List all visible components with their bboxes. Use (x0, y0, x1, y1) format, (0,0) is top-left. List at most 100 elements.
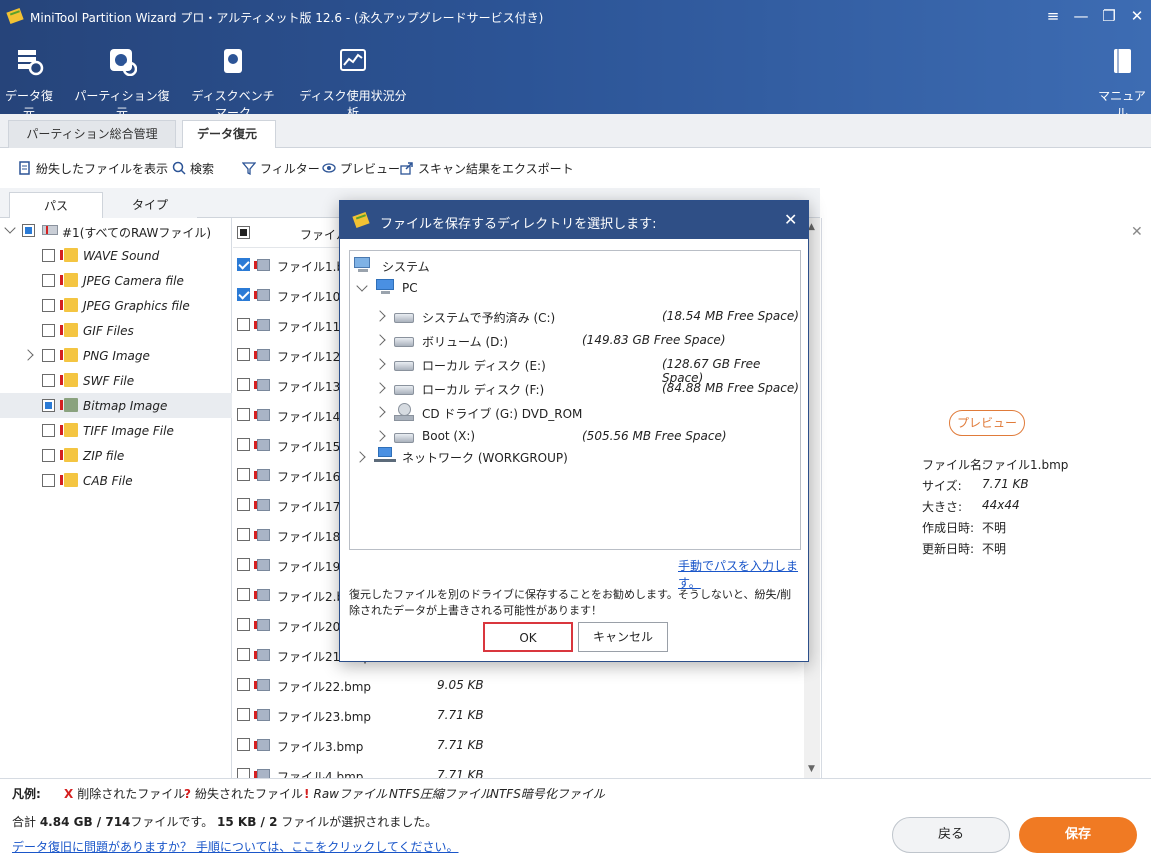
tree-item-checkbox[interactable] (42, 349, 55, 362)
file-checkbox[interactable] (237, 378, 250, 391)
file-checkbox[interactable] (237, 588, 250, 601)
network-icon (374, 447, 396, 465)
tab-partition-management[interactable]: パーティション総合管理 (8, 120, 176, 148)
show-lost-files-button[interactable]: 紛失したファイルを表示 (18, 160, 168, 177)
drive-item[interactable]: ローカル ディスク (E:) (128.67 GB Free Space) (350, 353, 800, 385)
manual-path-link[interactable]: 手動でパスを入力します。 (678, 557, 808, 591)
tab-data-recovery[interactable]: データ復元 ✕ (182, 120, 276, 168)
tree-item-checkbox[interactable] (42, 474, 55, 487)
tab-path[interactable]: パス (9, 192, 103, 219)
tree-item[interactable]: ZIP file (0, 443, 232, 468)
directory-tree[interactable]: システム PC システムで予約済み (C:) (18.54 MB Free Spa… (349, 250, 801, 550)
tree-item-checkbox[interactable] (42, 399, 55, 412)
tree-item[interactable]: TIFF Image File (0, 418, 232, 443)
file-checkbox[interactable] (237, 708, 250, 721)
preview-file-button[interactable]: プレビュー (949, 410, 1025, 436)
legend-mark: X (64, 787, 74, 801)
tree-root[interactable]: #1(すべてのRAWファイル) (0, 218, 232, 243)
chevron-right-icon[interactable] (374, 310, 386, 322)
close-icon[interactable]: ✕ (1127, 6, 1147, 26)
file-row[interactable]: ファイル3.bmp 7.71 KB (233, 730, 803, 760)
tree-item[interactable]: Bitmap Image (0, 393, 232, 418)
file-checkbox[interactable] (237, 678, 250, 691)
ok-button[interactable]: OK (483, 622, 573, 652)
drive-item[interactable]: ローカル ディスク (F:) (84.88 MB Free Space) (350, 377, 800, 399)
file-checkbox[interactable] (237, 318, 250, 331)
menu-icon[interactable]: ≡ (1043, 6, 1063, 26)
close-preview-icon[interactable]: ✕ (1131, 224, 1143, 240)
tree-item[interactable]: GIF Files (0, 318, 232, 343)
drive-item[interactable]: ボリューム (D:) (149.83 GB Free Space) (350, 329, 800, 351)
tree-item-checkbox[interactable] (42, 299, 55, 312)
tree-item[interactable]: JPEG Camera file (0, 268, 232, 293)
export-scan-results-button[interactable]: スキャン結果をエクスポート (400, 160, 574, 177)
file-checkbox[interactable] (237, 468, 250, 481)
chevron-right-icon[interactable] (374, 406, 386, 418)
tree-item-checkbox[interactable] (42, 374, 55, 387)
chevron-right-icon[interactable] (374, 334, 386, 346)
chevron-right-icon[interactable] (374, 430, 386, 442)
chevron-right-icon[interactable] (374, 382, 386, 394)
chevron-down-icon[interactable] (4, 222, 16, 234)
tree-item[interactable]: CAB File (0, 468, 232, 493)
file-checkbox[interactable] (237, 738, 250, 751)
select-all-checkbox[interactable] (237, 226, 250, 239)
search-button[interactable]: 検索 (172, 160, 214, 177)
tree-item-checkbox[interactable] (42, 324, 55, 337)
tree-item-label: GIF Files (83, 324, 134, 338)
cancel-button[interactable]: キャンセル (578, 622, 668, 652)
tree-item-checkbox[interactable] (42, 424, 55, 437)
chevron-right-icon[interactable] (374, 358, 386, 370)
tree-item[interactable]: WAVE Sound (0, 243, 232, 268)
toolbar-space-analyzer[interactable]: ディスク使用状況分析 (298, 46, 408, 121)
tree-item-checkbox[interactable] (42, 274, 55, 287)
preview-panel: ✕ プレビュー ファイル名: ファイル1.bmp サイズ: 7.71 KB 大き… (821, 218, 1151, 778)
chevron-down-icon[interactable] (356, 280, 368, 292)
file-checkbox[interactable] (237, 438, 250, 451)
filter-button[interactable]: フィルター (242, 160, 320, 177)
folder-icon (64, 373, 78, 387)
preview-button[interactable]: プレビュー (322, 160, 400, 177)
tree-item-checkbox[interactable] (42, 449, 55, 462)
tree-network[interactable]: ネットワーク (WORKGROUP) (402, 449, 568, 466)
tree-item-checkbox[interactable] (42, 249, 55, 262)
tree-root-checkbox[interactable] (22, 224, 35, 237)
file-checkbox[interactable] (237, 408, 250, 421)
legend-title: 凡例: (12, 787, 41, 801)
toolbar-partition-recovery[interactable]: パーティション復元 (74, 46, 170, 121)
drive-item[interactable]: システムで予約済み (C:) (18.54 MB Free Space) (350, 305, 800, 327)
dialog-close-icon[interactable]: ✕ (784, 210, 797, 229)
chevron-right-icon[interactable] (22, 349, 34, 361)
toolbar-manual[interactable]: マニュアル (1096, 46, 1148, 121)
save-button[interactable]: 保存 (1019, 817, 1137, 853)
tab-type[interactable]: タイプ (103, 192, 197, 219)
file-checkbox[interactable] (237, 258, 250, 271)
back-button[interactable]: 戻る (892, 817, 1010, 853)
tree-item[interactable]: JPEG Graphics file (0, 293, 232, 318)
tree-system[interactable]: システム (382, 258, 430, 275)
toolbar-disk-benchmark[interactable]: ディスクベンチマーク (186, 46, 280, 121)
chevron-right-icon[interactable] (354, 451, 366, 463)
file-checkbox[interactable] (237, 348, 250, 361)
toolbar-data-recovery[interactable]: データ復元 (0, 46, 58, 121)
minimize-icon[interactable]: — (1071, 6, 1091, 26)
file-checkbox[interactable] (237, 498, 250, 511)
tree-item[interactable]: PNG Image (0, 343, 232, 368)
restore-icon[interactable]: ❐ (1099, 6, 1119, 26)
file-checkbox[interactable] (237, 528, 250, 541)
file-checkbox[interactable] (237, 618, 250, 631)
scroll-down-icon[interactable]: ▼ (808, 764, 815, 774)
tree-item-label: JPEG Camera file (83, 274, 184, 288)
file-checkbox[interactable] (237, 558, 250, 571)
drive-item[interactable]: CD ドライブ (G:) DVD_ROM (350, 401, 800, 423)
tree-item[interactable]: SWF File (0, 368, 232, 393)
info-value: 7.71 KB (982, 477, 1029, 491)
tree-pc[interactable]: PC (402, 281, 418, 295)
file-checkbox[interactable] (237, 288, 250, 301)
help-link[interactable]: データ復旧に問題がありますか？ 手順については、ここをクリックしてください。 (12, 838, 459, 855)
file-checkbox[interactable] (237, 648, 250, 661)
drive-item[interactable]: Boot (X:) (505.56 MB Free Space) (350, 425, 800, 447)
file-row[interactable]: ファイル23.bmp 7.71 KB (233, 700, 803, 730)
scroll-up-icon[interactable]: ▲ (808, 222, 815, 232)
file-row[interactable]: ファイル22.bmp 9.05 KB (233, 670, 803, 700)
